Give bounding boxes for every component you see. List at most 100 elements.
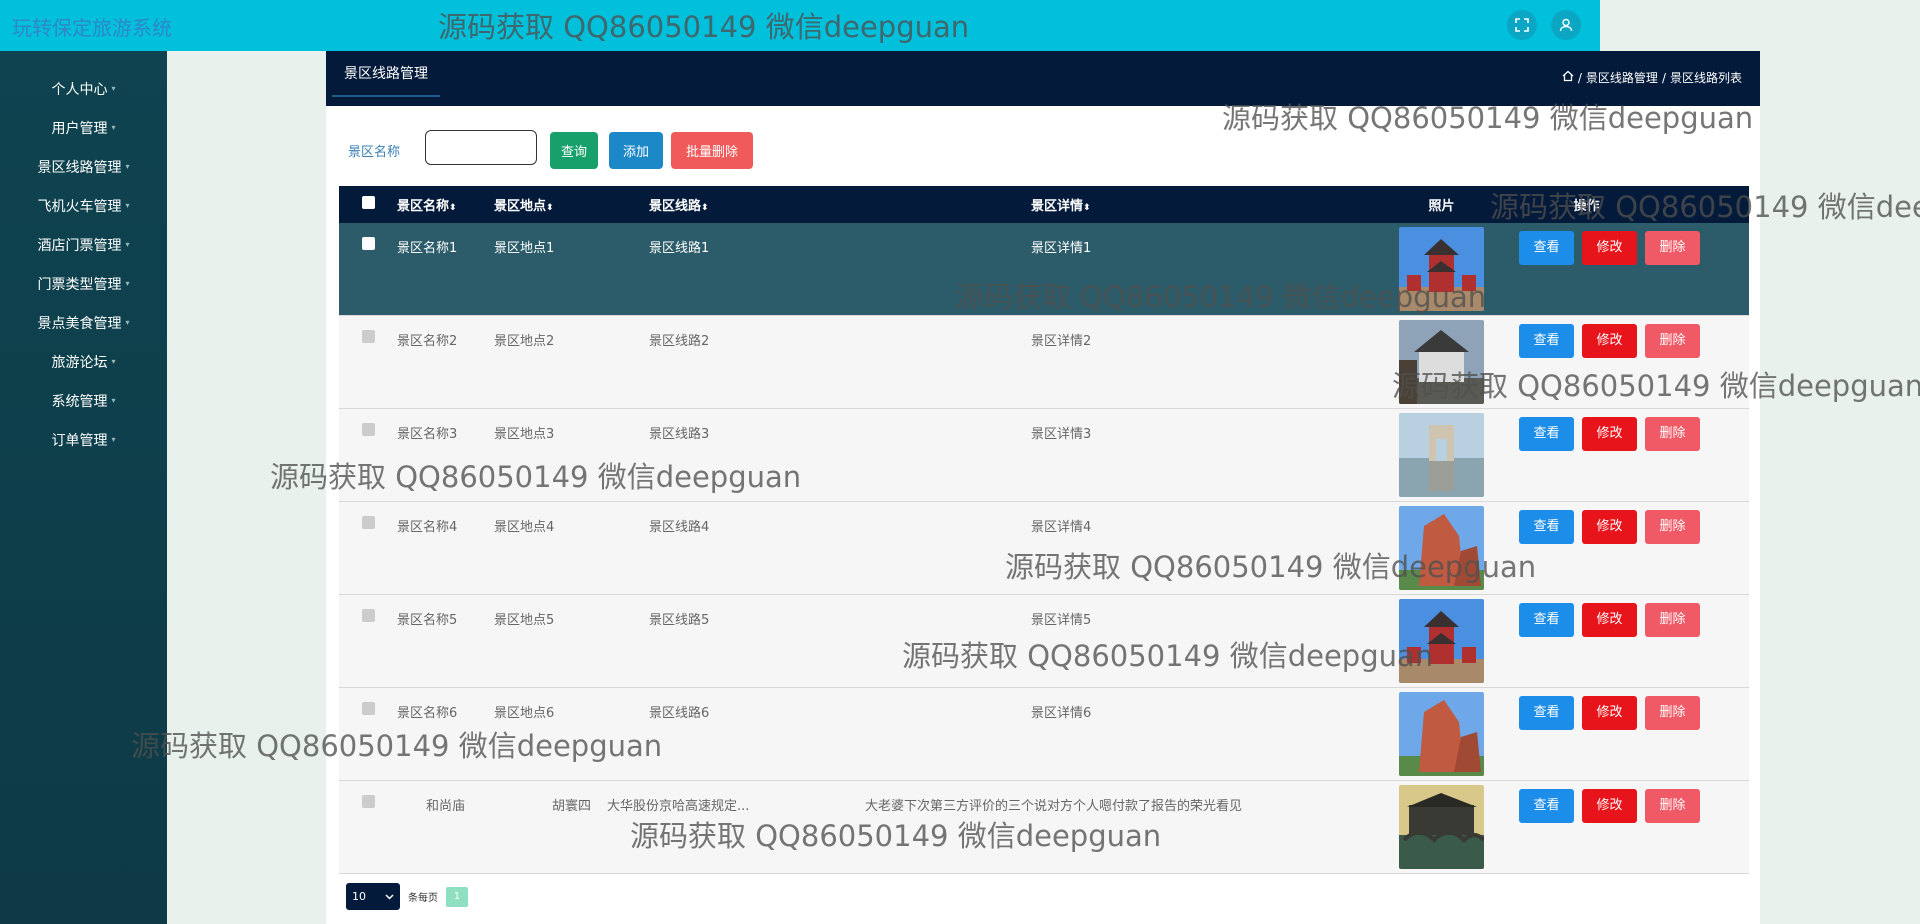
main-panel: 景区线路管理 / 景区线路管理 / 景区线路列表 景区名称 查询 添加 批量删除 (326, 51, 1760, 924)
caret-down-icon: ▾ (111, 396, 116, 405)
search-input[interactable] (425, 130, 537, 165)
cell-route: 景区线路5 (649, 613, 710, 628)
chevron-down-icon (385, 890, 394, 903)
row-checkbox[interactable] (361, 609, 375, 622)
tab-route-management[interactable]: 景区线路管理 (332, 51, 440, 97)
fullscreen-icon[interactable] (1507, 10, 1537, 40)
cell-route: 景区线路1 (649, 241, 710, 256)
view-button[interactable]: 查看 (1519, 789, 1574, 823)
sidebar-item[interactable]: 门票类型管理 ▾ (0, 264, 167, 303)
delete-button[interactable]: 删除 (1645, 789, 1700, 823)
table-row[interactable]: 景区名称1 景区地点1 景区线路1 景区详情1 查看 修改 删除 (339, 223, 1749, 316)
breadcrumb-sep: / (1661, 70, 1666, 85)
sidebar-item-label: 景区线路管理 (37, 159, 122, 176)
edit-button[interactable]: 修改 (1582, 324, 1637, 358)
column-header-route[interactable]: 景区线路⬍ (649, 186, 1031, 223)
breadcrumb-sep: / (1577, 70, 1582, 85)
cell-detail: 景区详情2 (1031, 334, 1092, 349)
caret-down-icon: ▾ (111, 84, 116, 93)
cell-detail: 景区详情3 (1031, 427, 1092, 442)
select-all-checkbox[interactable] (361, 196, 375, 209)
caret-down-icon: ▾ (125, 279, 130, 288)
row-checkbox[interactable] (361, 423, 375, 436)
cell-route: 景区线路3 (649, 427, 710, 442)
bridge-photo[interactable] (1399, 781, 1484, 869)
tower-photo[interactable] (1399, 595, 1484, 683)
delete-button[interactable]: 删除 (1645, 231, 1700, 265)
sidebar-item[interactable]: 系统管理 ▾ (0, 381, 167, 420)
user-icon[interactable] (1551, 10, 1581, 40)
view-button[interactable]: 查看 (1519, 231, 1574, 265)
delete-button[interactable]: 删除 (1645, 510, 1700, 544)
view-button[interactable]: 查看 (1519, 510, 1574, 544)
sidebar-item[interactable]: 景点美食管理 ▾ (0, 303, 167, 342)
temple-photo[interactable] (1399, 316, 1484, 404)
sidebar-item[interactable]: 用户管理 ▾ (0, 108, 167, 147)
cell-place: 景区地点3 (494, 427, 555, 442)
cell-detail: 大老婆下次第三方评价的三个说对方个人嗯付款了报告的荣光看见 (865, 799, 1243, 814)
sidebar-item[interactable]: 酒店门票管理 ▾ (0, 225, 167, 264)
sidebar-item[interactable]: 个人中心 ▾ (0, 69, 167, 108)
page-number[interactable]: 1 (446, 886, 468, 907)
tower-photo[interactable] (1399, 223, 1484, 311)
table-row[interactable]: 和尚庙 胡寰四 大华股份京哈高速规定... 大老婆下次第三方评价的三个说对方个人嗯付款… (339, 780, 1749, 874)
home-icon[interactable] (1562, 70, 1574, 85)
sidebar-item-label: 订单管理 (51, 432, 108, 449)
delete-button[interactable]: 删除 (1645, 603, 1700, 637)
row-checkbox[interactable] (361, 330, 375, 343)
sidebar-item[interactable]: 旅游论坛 ▾ (0, 342, 167, 381)
query-button[interactable]: 查询 (550, 132, 598, 169)
row-checkbox[interactable] (361, 795, 375, 808)
app-title: 玩转保定旅游系统 (12, 16, 172, 40)
table-row[interactable]: 景区名称6 景区地点6 景区线路6 景区详情6 查看 修改 删除 (339, 687, 1749, 781)
cell-place: 景区地点4 (494, 520, 555, 535)
rock-photo[interactable] (1399, 502, 1484, 590)
row-checkbox[interactable] (361, 702, 375, 715)
view-button[interactable]: 查看 (1519, 417, 1574, 451)
edit-button[interactable]: 修改 (1582, 789, 1637, 823)
delete-button[interactable]: 删除 (1645, 417, 1700, 451)
cell-detail: 景区详情5 (1031, 613, 1092, 628)
column-header-name[interactable]: 景区名称⬍ (397, 186, 494, 223)
delete-button[interactable]: 删除 (1645, 696, 1700, 730)
sidebar-item[interactable]: 景区线路管理 ▾ (0, 147, 167, 186)
row-checkbox[interactable] (361, 516, 375, 529)
row-checkbox[interactable] (361, 237, 375, 250)
sidebar-item[interactable]: 飞机火车管理 ▾ (0, 186, 167, 225)
view-button[interactable]: 查看 (1519, 696, 1574, 730)
breadcrumb-item-management[interactable]: 景区线路管理 (1586, 69, 1658, 86)
table-row[interactable]: 景区名称2 景区地点2 景区线路2 景区详情2 查看 修改 删除 (339, 315, 1749, 409)
arch-photo[interactable] (1399, 409, 1484, 497)
batch-delete-button[interactable]: 批量删除 (671, 132, 753, 169)
edit-button[interactable]: 修改 (1582, 603, 1637, 637)
cell-name: 景区名称1 (397, 241, 458, 256)
page-size-select[interactable]: 10 (346, 883, 400, 910)
rock-photo[interactable] (1399, 688, 1484, 776)
caret-down-icon: ▾ (111, 435, 116, 444)
column-header-place[interactable]: 景区地点⬍ (494, 186, 649, 223)
table-row[interactable]: 景区名称3 景区地点3 景区线路3 景区详情3 查看 修改 删除 (339, 408, 1749, 502)
sidebar-item-label: 景点美食管理 (37, 315, 122, 332)
cell-route: 景区线路2 (649, 334, 710, 349)
cell-detail: 景区详情6 (1031, 706, 1092, 721)
view-button[interactable]: 查看 (1519, 324, 1574, 358)
edit-button[interactable]: 修改 (1582, 510, 1637, 544)
edit-button[interactable]: 修改 (1582, 417, 1637, 451)
cell-name: 景区名称2 (397, 334, 458, 349)
add-button[interactable]: 添加 (609, 132, 663, 169)
caret-down-icon: ▾ (125, 240, 130, 249)
edit-button[interactable]: 修改 (1582, 696, 1637, 730)
table-row[interactable]: 景区名称5 景区地点5 景区线路5 景区详情5 查看 修改 删除 (339, 594, 1749, 688)
caret-down-icon: ▾ (125, 162, 130, 171)
edit-button[interactable]: 修改 (1582, 231, 1637, 265)
table-row[interactable]: 景区名称4 景区地点4 景区线路4 景区详情4 查看 修改 删除 (339, 501, 1749, 595)
caret-down-icon: ▾ (111, 357, 116, 366)
sidebar-item-label: 用户管理 (51, 120, 108, 137)
column-header-detail[interactable]: 景区详情⬍ (1031, 186, 1364, 223)
cell-route: 景区线路4 (649, 520, 710, 535)
view-button[interactable]: 查看 (1519, 603, 1574, 637)
column-header-actions: 操作 (1573, 199, 1600, 214)
delete-button[interactable]: 删除 (1645, 324, 1700, 358)
sidebar-item[interactable]: 订单管理 ▾ (0, 420, 167, 459)
cell-name: 景区名称6 (397, 706, 458, 721)
